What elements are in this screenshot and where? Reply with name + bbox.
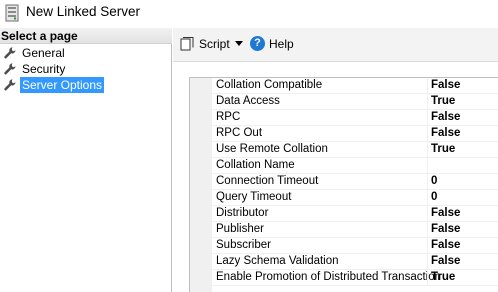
property-row[interactable]: Query Timeout 0 xyxy=(212,190,498,206)
property-name: Data Access xyxy=(216,95,280,107)
help-button[interactable]: Help xyxy=(269,37,294,51)
wrench-icon xyxy=(4,79,16,91)
script-icon[interactable] xyxy=(180,37,194,51)
column-divider xyxy=(427,78,428,94)
property-name: RPC Out xyxy=(216,127,263,139)
title-bar: New Linked Server xyxy=(0,0,498,28)
property-value[interactable]: True xyxy=(431,143,455,155)
server-options-panel: Script ? Help Collation Compatible False… xyxy=(173,28,498,292)
property-grid: Collation Compatible False Data Access T… xyxy=(189,77,498,292)
toolbar: Script ? Help xyxy=(173,28,498,62)
property-row[interactable]: Distributor False xyxy=(212,206,498,222)
property-value[interactable]: 0 xyxy=(431,175,437,187)
page-item-server-options[interactable]: Server Options xyxy=(0,77,172,93)
property-value[interactable]: False xyxy=(431,127,460,139)
column-divider xyxy=(427,270,428,286)
column-divider xyxy=(427,126,428,142)
property-name: Enable Promotion of Distributed Transact… xyxy=(216,271,442,283)
property-row[interactable]: Use Remote Collation True xyxy=(212,142,498,158)
property-row[interactable]: Connection Timeout 0 xyxy=(212,174,498,190)
column-divider xyxy=(427,174,428,190)
column-divider xyxy=(427,222,428,238)
property-name: Query Timeout xyxy=(216,191,292,203)
property-grid-gutter xyxy=(190,78,212,292)
select-page-label: Select a page xyxy=(1,29,78,43)
property-name: Collation Compatible xyxy=(216,79,323,91)
column-divider xyxy=(427,238,428,254)
property-name: Lazy Schema Validation xyxy=(216,255,339,267)
column-divider xyxy=(427,94,428,110)
page-item-general[interactable]: General xyxy=(0,45,172,61)
property-row[interactable]: Collation Compatible False xyxy=(212,78,498,94)
property-value[interactable]: False xyxy=(431,79,460,91)
wrench-icon xyxy=(4,63,16,75)
column-divider xyxy=(427,254,428,270)
window-title: New Linked Server xyxy=(26,4,141,19)
property-value[interactable]: False xyxy=(431,223,460,235)
property-row[interactable]: RPC Out False xyxy=(212,126,498,142)
property-value[interactable]: True xyxy=(431,95,455,107)
wrench-icon xyxy=(4,47,16,59)
property-value[interactable]: False xyxy=(431,239,460,251)
property-name: Connection Timeout xyxy=(216,175,319,187)
property-row[interactable]: Data Access True xyxy=(212,94,498,110)
help-icon[interactable]: ? xyxy=(250,36,265,51)
property-row[interactable]: RPC False xyxy=(212,110,498,126)
property-value[interactable]: False xyxy=(431,111,460,123)
property-value[interactable]: False xyxy=(431,255,460,267)
script-button[interactable]: Script xyxy=(199,37,230,51)
select-page-header: Select a page xyxy=(0,28,172,44)
property-row[interactable]: Collation Name xyxy=(212,158,498,174)
column-divider xyxy=(427,206,428,222)
property-name: Distributor xyxy=(216,207,269,219)
property-name: Publisher xyxy=(216,223,264,235)
column-divider xyxy=(427,158,428,174)
column-divider xyxy=(427,110,428,126)
property-value[interactable]: True xyxy=(431,271,455,283)
property-value[interactable]: 0 xyxy=(431,191,437,203)
linked-server-icon xyxy=(5,4,19,22)
property-name: Subscriber xyxy=(216,239,271,251)
page-item-security[interactable]: Security xyxy=(0,61,172,77)
page-item-label: General xyxy=(22,46,65,60)
select-page-panel: Select a page General Security Server Op… xyxy=(0,28,172,292)
property-row[interactable]: Enable Promotion of Distributed Transact… xyxy=(212,270,498,286)
property-name: RPC xyxy=(216,111,241,123)
property-row[interactable]: Lazy Schema Validation False xyxy=(212,254,498,270)
property-row[interactable]: Subscriber False xyxy=(212,238,498,254)
property-value[interactable]: False xyxy=(431,207,460,219)
property-row[interactable]: Publisher False xyxy=(212,222,498,238)
column-divider xyxy=(427,142,428,158)
chevron-down-icon[interactable] xyxy=(235,41,243,46)
page-item-label: Security xyxy=(22,62,66,76)
column-divider xyxy=(427,190,428,206)
page-item-label: Server Options xyxy=(20,77,105,93)
property-name: Use Remote Collation xyxy=(216,143,328,155)
property-name: Collation Name xyxy=(216,159,295,171)
